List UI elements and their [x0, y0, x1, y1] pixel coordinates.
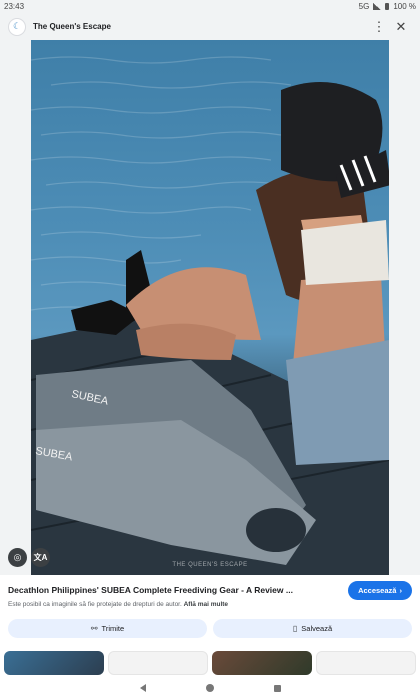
visit-button[interactable]: Accesează ›: [348, 580, 412, 600]
bookmark-icon: ▯: [292, 624, 298, 633]
battery-icon: [385, 3, 390, 10]
related-image-thumbnail[interactable]: [4, 651, 104, 675]
site-title[interactable]: The Queen's Escape: [33, 22, 368, 31]
battery-level: 100 %: [393, 2, 416, 11]
more-vert-icon[interactable]: ⋮: [368, 16, 390, 38]
learn-more-link[interactable]: Află mai multe: [184, 601, 228, 608]
network-label: 5G: [358, 2, 370, 11]
related-image-thumbnail[interactable]: [212, 651, 312, 675]
status-time: 23:43: [4, 2, 25, 11]
related-image-thumbnail[interactable]: [108, 651, 208, 675]
save-button[interactable]: ▯ Salvează: [213, 619, 412, 638]
image-viewer: SUBEA SUBEA THE QUEEN'S ESCAPE ◎ 文A: [0, 40, 420, 575]
related-image-thumbnail[interactable]: [316, 651, 416, 675]
signal-icon: [373, 3, 382, 10]
close-icon[interactable]: ✕: [390, 16, 412, 38]
chevron-right-icon: ›: [399, 585, 402, 595]
share-button-label: Trimite: [101, 624, 125, 633]
action-buttons: ⚯ Trimite ▯ Salvează: [8, 619, 412, 638]
back-icon[interactable]: [139, 684, 146, 692]
save-button-label: Salvează: [301, 624, 333, 633]
status-bar: 23:43 5G 100 %: [0, 0, 420, 13]
copyright-notice: Este posibil ca imaginile să fie proteja…: [8, 601, 228, 608]
result-title[interactable]: Decathlon Philippines' SUBEA Complete Fr…: [8, 585, 348, 595]
status-indicators: 5G 100 %: [359, 2, 416, 11]
viewer-header: ☾ The Queen's Escape ⋮ ✕: [0, 13, 420, 40]
main-image[interactable]: SUBEA SUBEA THE QUEEN'S ESCAPE: [31, 40, 389, 575]
image-watermark: THE QUEEN'S ESCAPE: [172, 562, 248, 568]
translate-icon[interactable]: 文A: [31, 548, 50, 567]
result-caption: Decathlon Philippines' SUBEA Complete Fr…: [0, 580, 420, 600]
share-icon: ⚯: [90, 624, 98, 633]
recent-apps-icon[interactable]: [273, 684, 281, 692]
system-nav-bar: [0, 676, 420, 700]
share-button[interactable]: ⚯ Trimite: [8, 619, 207, 638]
visit-button-label: Accesează: [358, 585, 397, 595]
lens-icon[interactable]: ◎: [8, 548, 27, 567]
related-images: [0, 651, 420, 675]
copyright-text: Este posibil ca imaginile să fie proteja…: [8, 601, 182, 608]
photo-illustration: SUBEA SUBEA: [31, 56, 389, 575]
home-icon[interactable]: [205, 684, 214, 692]
site-favicon: ☾: [8, 17, 26, 36]
